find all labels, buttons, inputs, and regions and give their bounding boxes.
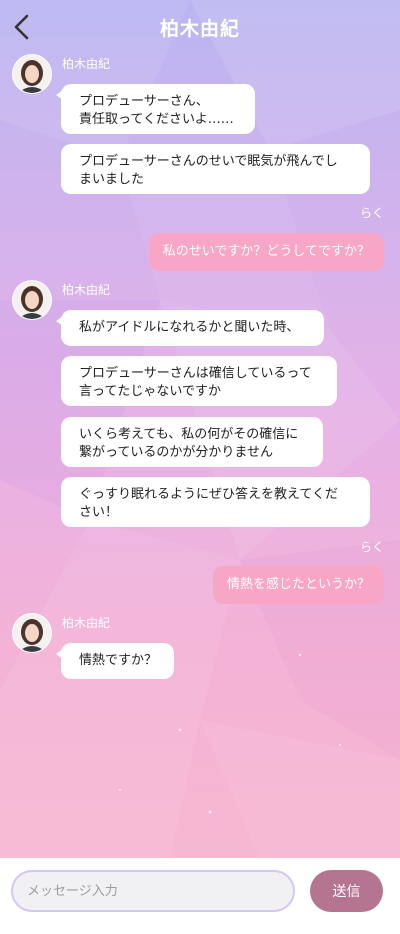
user-message-bubble: 私のせいですか？どうしてですか？: [148, 233, 384, 271]
chat-background: [0, 0, 400, 934]
avatar[interactable]: [12, 54, 52, 94]
message-input-bar: 送信: [0, 858, 400, 934]
avatar[interactable]: [12, 280, 52, 320]
message-bubble: プロデューサーさんのせいで眠気が飛んでし まいました: [61, 144, 370, 194]
message-bubble: いくら考えても、私の何がその確信に 繋がっているのかが分かりません: [61, 417, 323, 467]
chat-header: 柏木由紀: [0, 0, 400, 54]
message-bubble: プロデューサーさんは確信しているって 言ってたじゃないですか: [61, 356, 337, 406]
sender-name: 柏木由紀: [62, 283, 111, 297]
message-bubble: ぐっすり眠れるようにぜひ答えを教えてくだ さい！: [61, 477, 370, 527]
background-pattern: [0, 0, 400, 858]
sender-name: 柏木由紀: [62, 57, 111, 71]
message-bubble: 情熱ですか？: [56, 643, 174, 679]
page-title: 柏木由紀: [159, 18, 240, 40]
user-name: らく: [359, 540, 384, 554]
sender-name: 柏木由紀: [62, 616, 111, 630]
avatar-portrait-icon: [13, 281, 51, 319]
send-button[interactable]: 送信: [310, 870, 383, 912]
avatar-portrait-icon: [13, 55, 51, 93]
avatar-portrait-icon: [13, 614, 51, 652]
message-input[interactable]: [11, 870, 295, 912]
message-bubble: プロデューサーさん、 責任取ってくださいよ……: [56, 84, 255, 134]
user-name: らく: [359, 206, 384, 220]
user-message-bubble: 情熱を感じたというか？: [212, 566, 384, 604]
message-bubble: 私がアイドルになれるかと聞いた時、: [56, 310, 324, 346]
avatar[interactable]: [12, 613, 52, 653]
